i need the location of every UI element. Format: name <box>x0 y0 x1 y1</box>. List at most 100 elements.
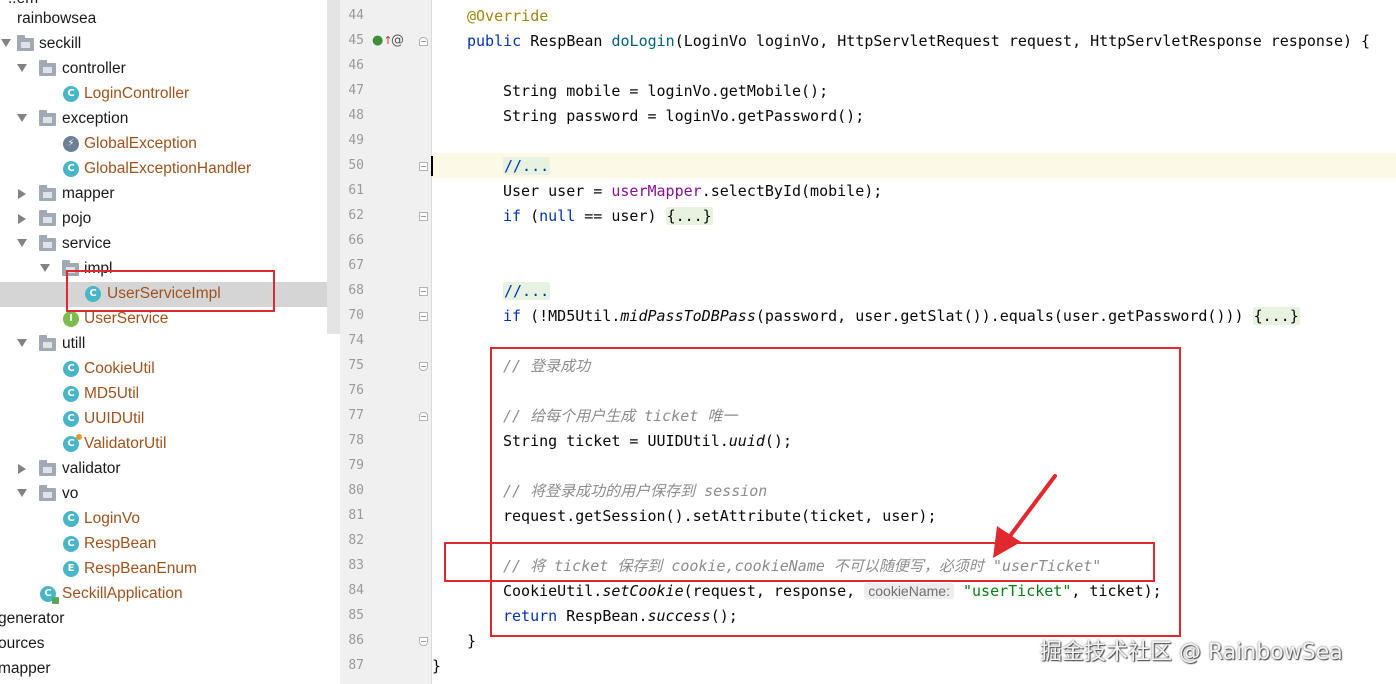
tree-scrollbar[interactable] <box>327 0 340 334</box>
code-line-50: //... <box>503 156 551 176</box>
spring-app-icon: C <box>40 586 59 604</box>
chevron-down-icon[interactable] <box>40 264 50 272</box>
keyword: null <box>539 207 576 225</box>
class-icon: C <box>63 386 79 402</box>
folder-icon <box>39 210 56 226</box>
tree-item-label: vo <box>62 485 79 502</box>
code-line-62: if (null == user) {...} <box>503 206 713 226</box>
fold-marker-icon[interactable] <box>419 37 428 46</box>
line-number: 66 <box>348 233 364 248</box>
tree-item-validatorutil[interactable]: C ValidatorUtil <box>0 432 327 457</box>
code-line-44: @Override <box>467 6 548 26</box>
tree-item-seckill[interactable]: seckill <box>0 32 327 57</box>
tree-item-label: GlobalException <box>84 135 197 152</box>
tree-item-label: UUIDUtil <box>84 410 145 427</box>
static-method: midPassToDBPass <box>620 307 756 325</box>
folder-icon <box>39 185 56 201</box>
chevron-right-icon[interactable] <box>18 214 26 224</box>
line-number: 50 <box>348 158 364 173</box>
fold-marker-icon[interactable] <box>419 362 428 371</box>
chevron-down-icon[interactable] <box>17 489 27 497</box>
fold-marker-icon[interactable] <box>419 287 428 296</box>
tree-item-mapper[interactable]: mapper <box>0 182 327 207</box>
code-line-70: if (!MD5Util.midPassToDBPass(password, u… <box>503 306 1300 326</box>
tree-item-mapper-resources[interactable]: mapper <box>0 657 327 682</box>
class-icon: C <box>63 434 82 452</box>
line-number: 82 <box>348 533 364 548</box>
chevron-down-icon[interactable] <box>17 64 27 72</box>
tree-item-validator[interactable]: validator <box>0 457 327 482</box>
tree-item-label: ValidatorUtil <box>84 435 167 452</box>
tree-item-pojo[interactable]: pojo <box>0 207 327 232</box>
chevron-right-icon[interactable] <box>18 189 26 199</box>
tree-item-cookieutil[interactable]: C CookieUtil <box>0 357 327 382</box>
tree-item-respbeanenum[interactable]: E RespBeanEnum <box>0 557 327 582</box>
tree-item-uuidutil[interactable]: C UUIDUtil <box>0 407 327 432</box>
folded-region[interactable]: //... <box>503 157 551 175</box>
tree-item-seckillapplication[interactable]: C SeckillApplication <box>0 582 327 607</box>
red-arrow-icon <box>993 474 1057 558</box>
line-number: 46 <box>348 58 364 73</box>
tree-item-label: utill <box>62 335 86 352</box>
line-number: 83 <box>348 558 364 573</box>
tree-item-label: rainbowsea <box>17 10 97 27</box>
tree-item-md5util[interactable]: C MD5Util <box>0 382 327 407</box>
text-cursor <box>431 156 433 176</box>
fold-marker-icon[interactable] <box>419 162 428 171</box>
line-number: 86 <box>348 633 364 648</box>
chevron-down-icon[interactable] <box>17 114 27 122</box>
tree-item-exception[interactable]: exception <box>0 107 327 132</box>
tree-item-label: seckill <box>39 35 82 52</box>
override-icon[interactable]: ●↑ <box>372 33 393 48</box>
keyword: if <box>503 207 522 225</box>
line-number: 81 <box>348 508 364 523</box>
tree-item-label: ources <box>0 635 45 652</box>
fold-marker-icon[interactable] <box>419 312 428 321</box>
tree-item-label: GlobalExceptionHandler <box>84 160 252 177</box>
folded-region[interactable]: {...} <box>1252 307 1300 325</box>
tree-item-label: RespBeanEnum <box>84 560 197 577</box>
code-text: RespBean <box>521 32 612 50</box>
keyword: public <box>467 32 522 50</box>
tree-item-globalexception[interactable]: ⚡ GlobalException <box>0 132 327 157</box>
tree-item-respbean[interactable]: C RespBean <box>0 532 327 557</box>
tree-item-service[interactable]: service <box>0 232 327 257</box>
tree-item-label: exception <box>62 110 129 127</box>
tree-item-label: SeckillApplication <box>62 585 183 602</box>
chevron-right-icon[interactable] <box>18 464 26 474</box>
folded-region[interactable]: //... <box>503 282 551 300</box>
tree-item-globalexceptionhandler[interactable]: C GlobalExceptionHandler <box>0 157 327 182</box>
tree-item-label: controller <box>62 60 126 77</box>
line-number: 85 <box>348 608 364 623</box>
line-number: 75 <box>348 358 364 373</box>
line-number: 87 <box>348 658 364 673</box>
folder-icon <box>39 460 56 476</box>
fold-marker-icon[interactable] <box>419 412 428 421</box>
tree-item-label: pojo <box>62 210 92 227</box>
code-line-48: String password = loginVo.getPassword(); <box>503 107 865 125</box>
tree-item-utill[interactable]: utill <box>0 332 327 357</box>
line-number: 67 <box>348 258 364 273</box>
code-text: User user = <box>503 182 612 200</box>
code-line-86: } <box>467 632 477 650</box>
chevron-down-icon[interactable] <box>17 339 27 347</box>
tree-item-generator[interactable]: generator <box>0 607 327 632</box>
chevron-down-icon[interactable] <box>17 239 27 247</box>
fold-marker-icon[interactable] <box>419 212 428 221</box>
folder-icon <box>39 110 56 126</box>
tree-item-vo[interactable]: vo <box>0 482 327 507</box>
line-number: 78 <box>348 433 364 448</box>
folder-icon <box>17 35 34 51</box>
tree-item-resources[interactable]: ources <box>0 632 327 657</box>
tree-item-rainbowsea[interactable]: rainbowsea <box>0 7 327 32</box>
chevron-down-icon[interactable] <box>1 39 11 47</box>
tree-item-controller[interactable]: controller <box>0 57 327 82</box>
tree-item-logincontroller[interactable]: C LoginController <box>0 82 327 107</box>
tree-item-label: MD5Util <box>84 385 140 402</box>
code-line-87: } <box>432 657 442 675</box>
folder-icon <box>39 60 56 76</box>
fold-marker-icon[interactable] <box>419 637 428 646</box>
annotation-at-icon[interactable]: @ <box>391 33 404 48</box>
folded-region[interactable]: {...} <box>665 207 713 225</box>
tree-item-loginvo[interactable]: C LoginVo <box>0 507 327 532</box>
